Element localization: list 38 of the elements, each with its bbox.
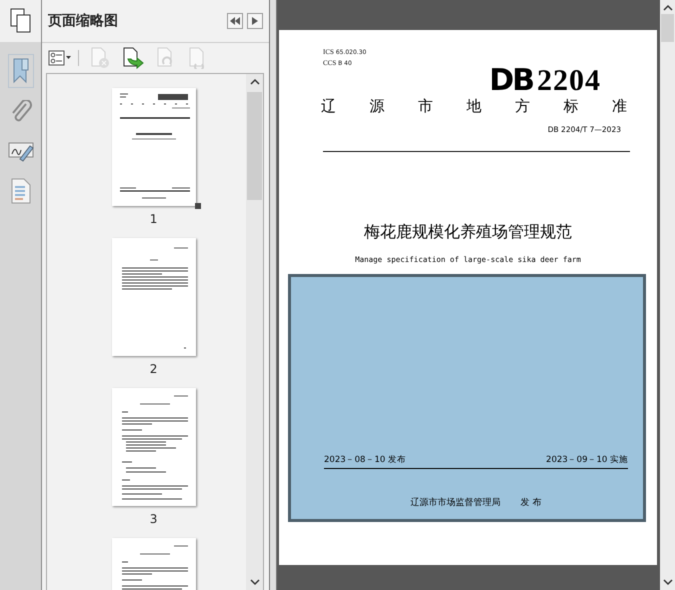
scroll-thumb[interactable]	[247, 92, 262, 200]
standard-logo: DB2204	[489, 65, 601, 97]
insert-icon[interactable]	[123, 47, 145, 69]
page-thumbnail[interactable]	[112, 388, 196, 506]
effective-date: 2023－09－10 实施	[546, 454, 628, 466]
category-character: 标	[564, 97, 578, 116]
category-character: 市	[418, 97, 433, 116]
double-left-arrow-icon[interactable]	[230, 17, 240, 25]
scroll-thumb[interactable]	[661, 14, 674, 42]
page-number: 3	[150, 512, 158, 526]
category-character: 准	[612, 97, 627, 116]
scroll-up-icon[interactable]	[250, 78, 260, 86]
panel-title: 页面缩略图	[48, 12, 118, 30]
category-character: 源	[370, 97, 384, 116]
splitter-handle[interactable]	[269, 0, 277, 590]
view-handle[interactable]	[194, 203, 201, 209]
publish-label: 发 布	[520, 496, 542, 509]
page-number: 1	[150, 212, 158, 226]
category-character: 辽	[321, 97, 336, 116]
page-thumbnail[interactable]	[112, 238, 196, 356]
publisher: 辽源市市场监督管理局	[410, 496, 501, 509]
right-arrow-icon[interactable]	[252, 17, 258, 25]
document-title: 梅花鹿规模化养殖场管理规范	[363, 222, 573, 243]
options-icon[interactable]	[48, 50, 72, 66]
collapse-panel-button[interactable]	[227, 13, 244, 29]
bookmark-icon[interactable]	[8, 54, 34, 88]
pages-icon[interactable]	[0, 0, 41, 42]
page-number: 2	[150, 362, 158, 376]
scroll-down-icon[interactable]	[250, 578, 260, 586]
scroll-up-icon[interactable]	[662, 4, 672, 12]
page-thumbnail[interactable]	[112, 88, 196, 206]
scroll-down-icon[interactable]	[662, 578, 672, 586]
category-character: 方	[515, 97, 530, 116]
scrollbar[interactable]	[246, 74, 264, 590]
category-character: 地	[466, 97, 482, 116]
scrollbar[interactable]	[660, 0, 675, 590]
expand-button[interactable]	[247, 13, 264, 29]
issue-date: 2023－08－10 发布	[324, 454, 406, 466]
